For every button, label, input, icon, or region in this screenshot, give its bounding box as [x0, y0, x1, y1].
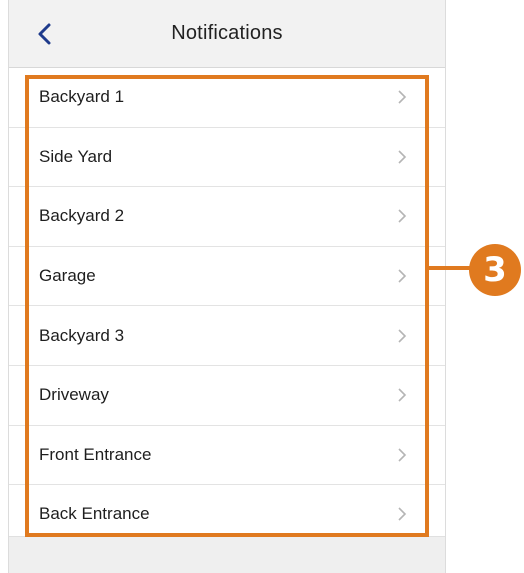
chevron-right-icon [398, 388, 407, 402]
list-item-label: Front Entrance [39, 444, 152, 464]
list-item-driveway[interactable]: Driveway [9, 366, 445, 426]
list-item-label: Backyard 2 [39, 206, 125, 226]
screenshot-root: Notifications Backyard 1 Side Yard Backy… [0, 0, 524, 573]
callout-connector-line [429, 266, 471, 270]
list-item-label: Side Yard [39, 146, 113, 166]
chevron-right-icon [398, 90, 407, 104]
chevron-right-icon [398, 150, 407, 164]
list-item-backyard-2[interactable]: Backyard 2 [9, 187, 445, 247]
chevron-right-icon [398, 329, 407, 343]
list-item-label: Garage [39, 266, 96, 286]
callout-number-badge: 3 [469, 244, 521, 296]
list-item-label: Backyard 1 [39, 87, 125, 107]
page-title: Notifications [171, 22, 283, 44]
list-item-front-entrance[interactable]: Front Entrance [9, 426, 445, 486]
list-item-label: Back Entrance [39, 504, 150, 524]
list-item-backyard-3[interactable]: Backyard 3 [9, 306, 445, 366]
list-item-label: Backyard 3 [39, 325, 125, 345]
chevron-right-icon [398, 448, 407, 462]
chevron-right-icon [398, 209, 407, 224]
list-item-garage[interactable]: Garage [9, 247, 445, 307]
chevron-right-icon [398, 269, 407, 283]
chevron-right-icon [398, 507, 407, 522]
list-item-backyard-1[interactable]: Backyard 1 [9, 68, 445, 128]
notification-camera-list: Backyard 1 Side Yard Backyard 2 Garage B… [9, 68, 445, 545]
bottom-spacer [9, 536, 445, 573]
phone-screen: Notifications Backyard 1 Side Yard Backy… [8, 0, 446, 573]
list-item-label: Driveway [39, 385, 109, 405]
list-item-side-yard[interactable]: Side Yard [9, 128, 445, 188]
navigation-bar: Notifications [9, 0, 445, 68]
